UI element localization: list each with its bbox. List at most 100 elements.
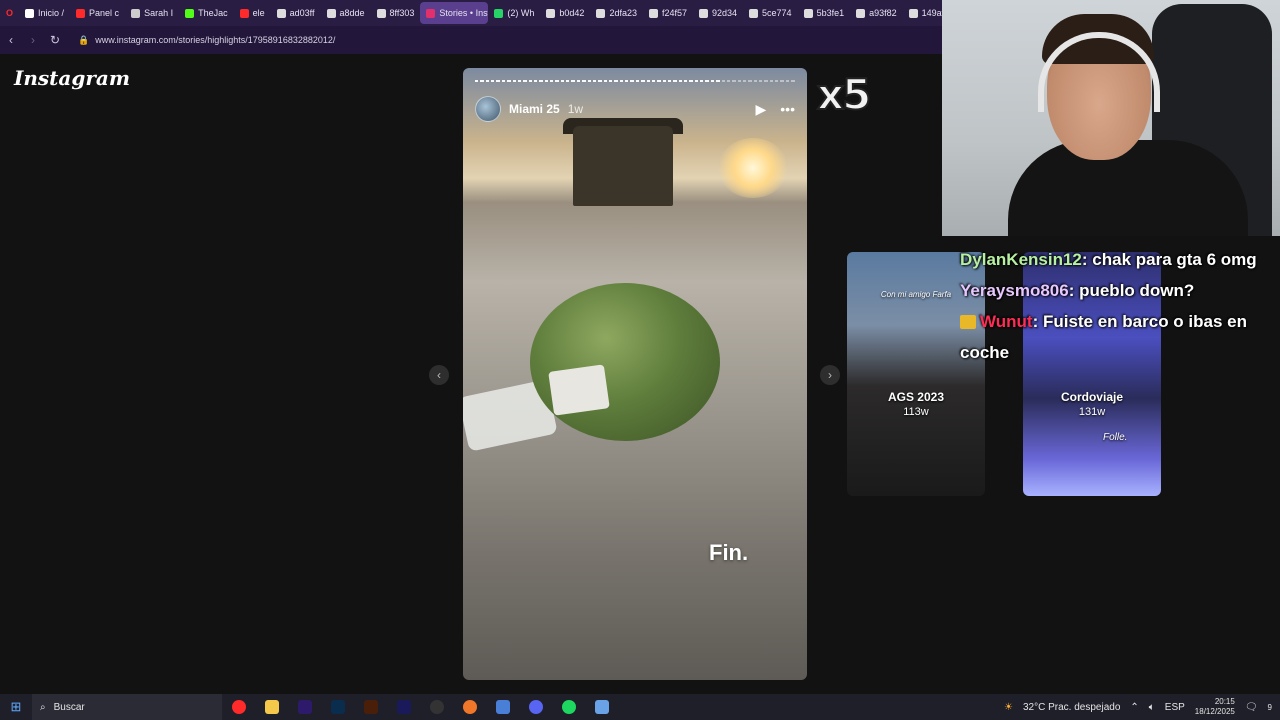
weather-text[interactable]: 32°C Prac. despejado [1023,702,1120,713]
tab-label: 5b3fe1 [816,8,845,18]
story-progress-segment [694,80,699,82]
story-progress-segment [491,80,495,82]
story-progress-segment [775,80,779,82]
clock[interactable]: 20:15 18/12/2025 [1195,697,1235,717]
browser-tab[interactable]: Inicio / [19,2,70,24]
tab-favicon-icon [803,8,813,18]
app-icon[interactable] [453,694,486,720]
story-progress-segment [726,80,731,82]
highlight-title: AGS 2023 [887,390,945,404]
highlight-time: 113w [903,406,929,418]
story-progress-segment [544,80,549,82]
file-explorer-icon[interactable] [255,694,288,720]
browser-tab[interactable]: 5b3fe1 [798,2,851,24]
next-story-button[interactable]: › [820,365,840,385]
language-indicator[interactable]: ESP [1165,702,1185,713]
webcam-overlay [942,0,1280,236]
forward-icon[interactable]: › [22,33,44,47]
url-field[interactable]: 🔒 www.instagram.com/stories/highlights/1… [78,35,335,46]
notifications-icon[interactable]: 🗨︎ [1245,702,1258,713]
volume-icon[interactable]: 🔈︎ [1149,702,1155,713]
browser-tab[interactable]: Stories • Inst [420,2,489,24]
tab-favicon-icon [239,8,249,18]
browser-tab[interactable]: 92d34 [693,2,743,24]
windows-start-icon[interactable]: ⊞ [0,699,32,715]
story-viewer[interactable]: Miami 25 1w ▶ ••• Fin. [463,68,807,680]
chat-username: Yeraysmo806 [960,281,1069,300]
avatar[interactable] [475,96,501,122]
browser-tab[interactable]: (2) Wh [488,2,540,24]
discord-icon[interactable] [519,694,552,720]
browser-tab[interactable]: 2dfa23 [590,2,643,24]
story-watermelon [530,283,720,441]
illustrator-icon[interactable] [354,694,387,720]
premiere-icon[interactable] [288,694,321,720]
story-progress-segment [780,80,784,82]
story-progress-segment [475,80,479,82]
browser-tab[interactable]: 5ce774 [743,2,798,24]
story-progress-segment [667,80,672,82]
tab-favicon-icon [908,8,918,18]
browser-tab[interactable]: a93f82 [850,2,903,24]
story-progress-segment [501,80,506,82]
system-tray: ☀ 32°C Prac. despejado ⌃ 🔈︎ ESP 20:15 18… [1004,697,1280,717]
browser-tab[interactable]: Sarah I [125,2,179,24]
browser-tab[interactable]: f24f57 [643,2,693,24]
tab-label: Inicio / [38,8,65,18]
tab-label: Panel c [89,8,120,18]
highlight-time: 131w [1078,406,1106,418]
previous-story-button[interactable]: ‹ [429,365,449,385]
chat-message: DylanKensin12: chak para gta 6 omg [960,244,1278,275]
story-progress-segment [759,80,763,82]
photoshop-icon[interactable] [321,694,354,720]
play-icon[interactable]: ▶ [756,101,767,118]
obs-icon[interactable] [420,694,453,720]
story-progress-segment [710,80,715,82]
back-icon[interactable]: ‹ [0,33,22,47]
story-username[interactable]: Miami 25 [509,102,560,116]
browser-tab[interactable]: ad03ff [271,2,321,24]
browser-tab[interactable]: ele [234,2,271,24]
taskbar-search[interactable]: ⌕ Buscar [32,694,222,720]
more-options-icon[interactable]: ••• [780,101,795,118]
story-progress-segment [608,80,613,82]
steam-icon[interactable] [486,694,519,720]
tab-label: 2dfa23 [609,8,637,18]
story-progress-segment [560,80,565,82]
spotify-icon[interactable] [552,694,585,720]
reload-icon[interactable]: ↻ [44,33,66,47]
tab-label: 5ce774 [762,8,792,18]
story-progress-segment [507,80,511,82]
story-progress-segment [576,80,581,82]
chevron-up-icon[interactable]: ⌃ [1130,702,1138,713]
story-progress-segment [742,80,747,82]
story-lifeguard-hut [573,126,673,206]
story-progress-segment [635,80,640,82]
tab-label: ad03ff [289,8,315,18]
clock-time: 20:15 [1214,697,1235,706]
story-progress-segment [528,80,532,82]
tab-label: ele [252,8,265,18]
tab-label: 8ff303 [389,8,415,18]
after-effects-icon[interactable] [387,694,420,720]
browser-tab[interactable]: a8dde [321,2,371,24]
story-progress-segment [523,80,527,82]
story-progress-segment [539,80,543,82]
instagram-logo[interactable]: Instagram [14,66,130,90]
browser-tab[interactable]: Panel c [70,2,125,24]
notifications-count: 9 [1267,702,1272,712]
opera-icon[interactable] [222,694,255,720]
webcam-streamer-body [1008,140,1248,236]
opera-menu-icon[interactable]: O [0,2,19,24]
browser-tab[interactable]: TheJac [179,2,234,24]
weather-icon: ☀ [1004,701,1013,713]
chat-message: Yeraysmo806: pueblo down? [960,275,1278,306]
story-progress-segment [716,80,720,82]
story-progress-segment [662,80,666,82]
search-icon: ⌕ [40,701,46,713]
browser-tab[interactable]: 8ff303 [371,2,421,24]
story-progress-segment [678,80,683,82]
steam-icon-2[interactable] [585,694,618,720]
tab-favicon-icon [749,8,759,18]
browser-tab[interactable]: b0d42 [540,2,590,24]
